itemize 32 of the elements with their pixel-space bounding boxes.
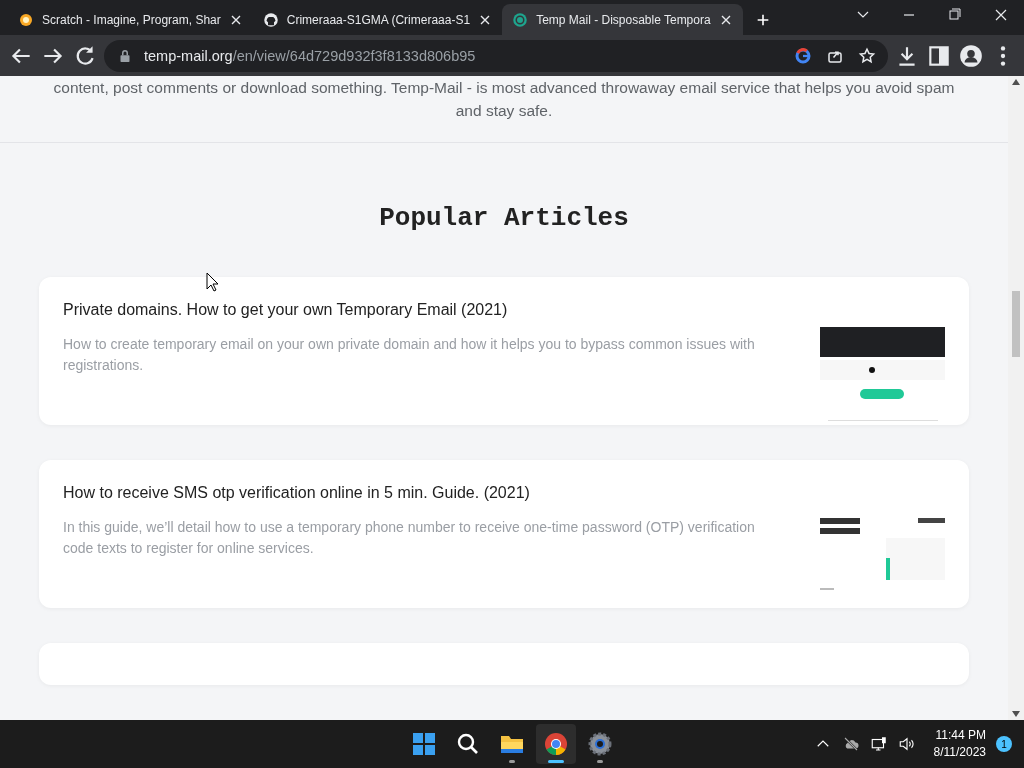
star-icon[interactable] [858,46,876,65]
cursor-icon [206,272,219,292]
clock-text[interactable]: 11:44 PM 8/11/2023 [933,727,986,761]
address-bar[interactable]: temp-mail.org/en/view/64d729d932f3f8133d806b95 [104,39,888,72]
scroll-up-icon[interactable] [1012,79,1020,85]
windows-logo-icon [411,731,437,757]
taskbar-app[interactable] [536,724,576,764]
tab-logo-icon [511,10,530,29]
article-card[interactable]: Private domains. How to get your own Temporary Email (2021) How to create temporary email on your own private domain and how it helps you to bypass common issues with registrations. [39,277,969,425]
intro-text: content, post comments or download something. Temp-Mail - is most advanced throwaway email service that helps you avoid spam [52,78,956,98]
cloud-off-icon[interactable] [841,735,860,753]
chrome-logo-icon [543,731,569,757]
g-logo-icon[interactable] [794,46,812,65]
section-title: Popular Articles [379,203,629,233]
browser-tab[interactable]: Scratch - Imagine, Program, Shar [8,4,253,35]
cat-logo-icon [261,10,280,29]
speaker-icon[interactable] [897,735,916,753]
article-title: How to receive SMS otp verification online in 5 min. Guide. (2021) [63,484,531,502]
gear-icon [587,731,613,757]
article-card[interactable] [39,460,969,608]
article-description: How to create temporary email on your own private domain and how it helps you to bypass common issues with registrations. [63,335,756,375]
notification-badge: 1 [996,736,1012,752]
intro-text: and stay safe. [454,101,554,121]
scrollbar-thumb[interactable] [1012,291,1020,357]
scroll-down-icon[interactable] [1012,711,1020,717]
article-description: In this guide, we’ll detail how to use a temporary phone number to receive one-time password (OTP) verification code texts to register for online services. [63,518,756,558]
browser-tab[interactable]: Temp Mail - Disposable Tempora [502,4,743,35]
article-title: Private domains. How to get your own Temporary Email (2021) [63,301,509,319]
browser-tab[interactable]: Crimeraaa-S1GMA (Crimeraaa-S1 [252,4,503,35]
network-icon[interactable] [869,735,888,753]
profile-icon[interactable] [958,42,984,69]
url-text: temp-mail.org/en/view/64d729d932f3f8133d806b95 [144,47,476,64]
